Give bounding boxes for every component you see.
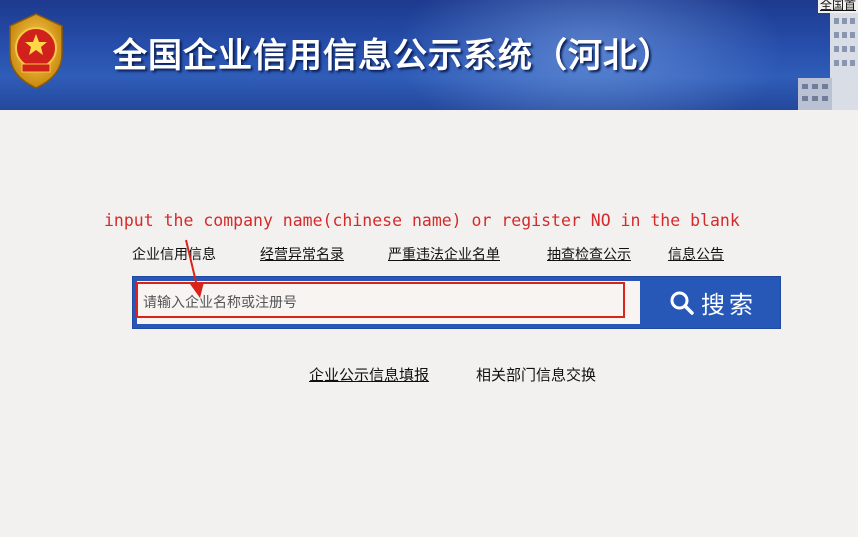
category-abnormal-list[interactable]: 经营异常名录	[260, 244, 344, 264]
search-input[interactable]	[137, 281, 640, 324]
category-announcement[interactable]: 信息公告	[668, 244, 724, 264]
buildings-graphic	[798, 10, 858, 110]
top-right-link[interactable]: 全国首	[817, 0, 858, 13]
search-button-label: 搜索	[701, 291, 757, 319]
site-header: 全国企业信用信息公示系统（河北） 全国首	[0, 0, 858, 110]
annotation-hint: input the company name(chinese name) or …	[104, 211, 740, 230]
link-enterprise-report[interactable]: 企业公示信息填报	[309, 364, 429, 385]
search-bar: 搜索	[132, 276, 781, 329]
category-spot-check[interactable]: 抽查检查公示	[547, 244, 631, 264]
category-serious-violation[interactable]: 严重违法企业名单	[388, 244, 500, 264]
site-title: 全国企业信用信息公示系统（河北）	[113, 36, 673, 76]
search-icon	[670, 291, 694, 315]
annotation-arrow-icon	[185, 239, 204, 298]
bottom-links: 企业公示信息填报 相关部门信息交换	[0, 364, 858, 384]
search-button[interactable]: 搜索	[648, 281, 778, 324]
category-nav: 企业信用信息 经营异常名录 严重违法企业名单 抽查检查公示 信息公告	[0, 244, 858, 264]
national-emblem-icon	[9, 13, 63, 89]
link-department-exchange[interactable]: 相关部门信息交换	[476, 364, 596, 385]
